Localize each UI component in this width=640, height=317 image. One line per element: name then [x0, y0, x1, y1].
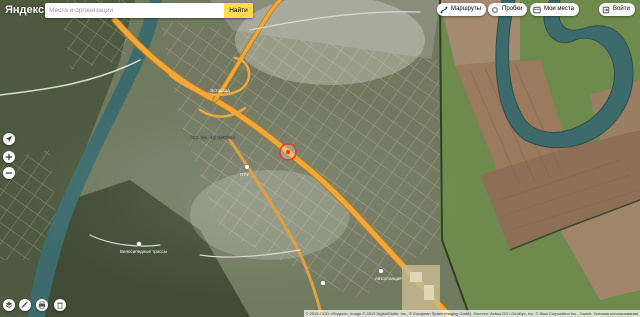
- copyright-text[interactable]: © 2013 ООО «Яндекс», Image © 2013 Digita…: [303, 310, 640, 317]
- locate-button[interactable]: [3, 133, 15, 145]
- login-button[interactable]: Войти: [599, 3, 635, 16]
- locate-icon: [5, 135, 13, 143]
- routes-button[interactable]: Маршруты: [437, 3, 486, 16]
- poi-marker[interactable]: [320, 280, 326, 286]
- ptu-label: ПТУ: [240, 172, 249, 177]
- my-places-label: Мои места: [544, 6, 574, 12]
- print-icon: [38, 301, 46, 309]
- layers-button[interactable]: [3, 299, 15, 311]
- ruler-icon: [21, 301, 28, 308]
- bookmark-icon: [533, 6, 541, 13]
- search-input[interactable]: [45, 3, 231, 18]
- zoom-in-icon: [5, 153, 13, 161]
- settlement-label: пос. им. Артамонов: [190, 135, 236, 141]
- yandex-logo[interactable]: Яндекс: [5, 4, 44, 16]
- traffic-icon: [491, 6, 499, 13]
- search-box: Найти: [45, 3, 253, 18]
- search-button[interactable]: Найти: [224, 3, 253, 18]
- layers-icon: [5, 301, 13, 308]
- routes-label: Маршруты: [451, 6, 481, 12]
- location-pin-dot: [286, 150, 290, 154]
- login-icon: [602, 6, 610, 13]
- trash-icon: [57, 302, 63, 309]
- ruler-button[interactable]: [19, 299, 31, 311]
- route-icon: [440, 6, 448, 13]
- zoom-in-button[interactable]: [3, 151, 15, 163]
- traffic-button[interactable]: Пробки: [488, 3, 528, 16]
- poi-marker[interactable]: [378, 268, 384, 274]
- building: [424, 285, 434, 300]
- print-button[interactable]: [36, 299, 48, 311]
- share-button[interactable]: [54, 299, 66, 311]
- industrial-area: [402, 265, 440, 310]
- sports-base-label: Велосипедные трассы: [120, 249, 167, 254]
- login-label: Войти: [613, 6, 630, 12]
- poi-marker[interactable]: [136, 241, 142, 247]
- satellite-map[interactable]: пос. им. Артамонов ПТУ Велосипедные трас…: [0, 0, 640, 317]
- flyover-label: Эстакада: [210, 88, 230, 93]
- zoom-out-icon: [5, 172, 13, 174]
- building: [410, 272, 422, 282]
- stop-label: Автостанция: [375, 276, 402, 281]
- zoom-out-button[interactable]: [3, 167, 15, 179]
- traffic-label: Пробки: [502, 6, 523, 12]
- my-places-button[interactable]: Мои места: [530, 3, 579, 16]
- poi-marker[interactable]: [244, 164, 250, 170]
